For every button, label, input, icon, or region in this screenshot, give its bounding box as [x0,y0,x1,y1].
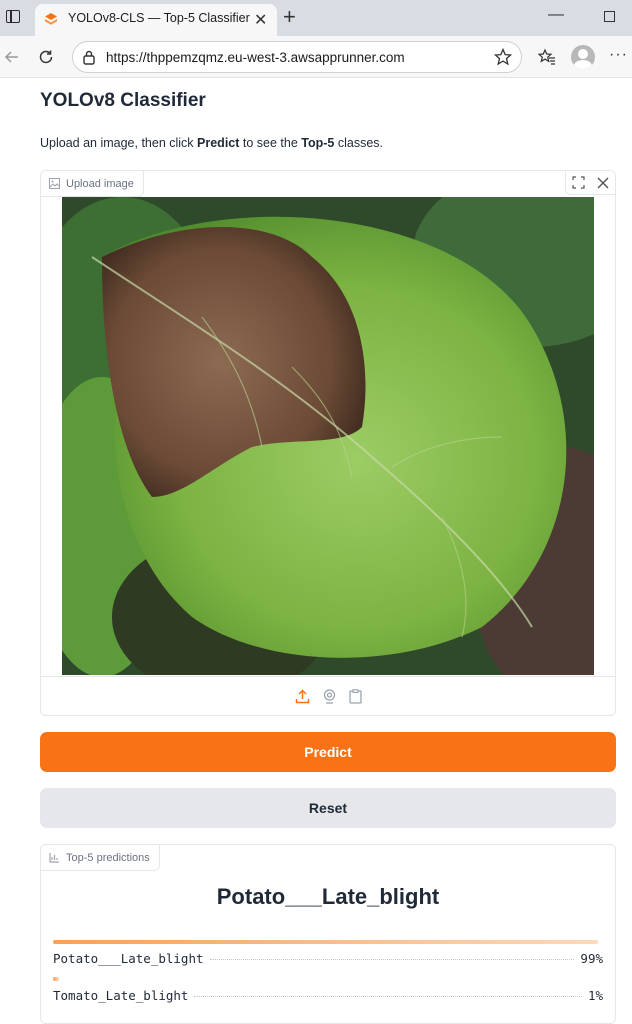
refresh-icon[interactable] [34,45,58,69]
minimize-icon[interactable]: — [548,6,564,24]
profile-avatar[interactable] [571,45,595,69]
close-icon[interactable] [597,177,609,189]
gradio-favicon-icon [45,13,57,25]
webcam-icon[interactable] [322,689,337,704]
address-bar[interactable]: https://thppemzqmz.eu-west-3.awsapprunne… [72,41,522,73]
reset-button[interactable]: Reset [40,788,616,828]
dotted-leader [194,996,582,997]
lock-icon[interactable] [82,50,96,65]
upload-source-bar [41,676,615,715]
confidence-bar [53,977,59,981]
image-tools [565,171,615,195]
tab-title: YOLOv8-CLS — Top-5 Classifier [68,11,250,25]
upload-icon[interactable] [295,689,310,704]
predict-button[interactable]: Predict [40,732,616,772]
uploaded-leaf-image [62,197,594,675]
clipboard-icon[interactable] [348,689,362,704]
label-icon [49,853,59,863]
confidence-value: 99% [580,951,603,966]
upload-image-label: Upload image [41,171,144,197]
fullscreen-icon[interactable] [572,176,585,189]
browser-toolbar: https://thppemzqmz.eu-west-3.awsapprunne… [0,36,632,78]
settings-more-icon[interactable]: ··· [609,46,628,64]
confidence-row: Tomato_Late_blight 1% [53,977,603,1003]
confidence-value: 1% [587,988,603,1003]
confidence-row: Potato___Late_blight 99% [53,940,603,966]
confidence-bar [53,940,598,944]
browser-tab[interactable]: YOLOv8-CLS — Top-5 Classifier ✕ [35,4,277,36]
back-icon[interactable] [0,45,24,69]
confidence-label: Tomato_Late_blight [53,988,189,1003]
favorite-star-icon[interactable] [494,48,512,66]
tab-close-icon[interactable]: ✕ [254,10,267,30]
url-text: https://thppemzqmz.eu-west-3.awsapprunne… [106,50,405,65]
upload-image-panel[interactable]: Upload image [40,170,616,716]
dotted-leader [209,959,575,960]
page-description: Upload an image, then click Predict to s… [40,136,384,150]
predictions-panel: Top-5 predictions Potato___Late_blight P… [40,844,616,1024]
predictions-label: Top-5 predictions [41,845,160,871]
favorites-icon[interactable] [535,45,559,69]
new-tab-icon[interactable]: + [283,4,296,30]
tab-actions-icon[interactable] [6,10,20,23]
top-prediction: Potato___Late_blight [216,884,440,909]
maximize-icon[interactable] [604,11,615,22]
confidence-label: Potato___Late_blight [53,951,204,966]
image-icon [49,178,60,189]
browser-tab-bar: YOLOv8-CLS — Top-5 Classifier ✕ + — [0,0,632,36]
page-title: YOLOv8 Classifier [40,90,206,111]
